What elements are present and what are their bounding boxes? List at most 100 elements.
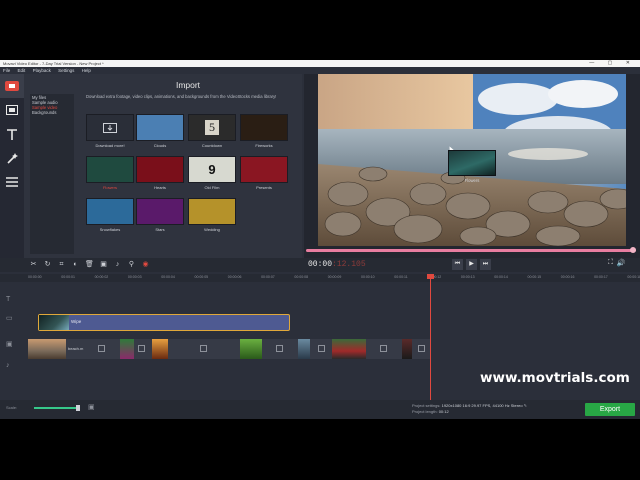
download-icon xyxy=(103,122,117,133)
watermark: www.movtrials.com xyxy=(480,370,630,386)
filters-tool-button[interactable] xyxy=(0,98,24,122)
project-info: Project settings: 1920x1080 16:9 29.97 F… xyxy=(412,403,527,415)
category-backgrounds[interactable]: Backgrounds xyxy=(32,110,72,115)
media-tile[interactable]: Presents xyxy=(240,156,288,194)
video-clip[interactable] xyxy=(298,339,310,359)
transition-marker[interactable] xyxy=(418,345,425,352)
import-tool-button[interactable] xyxy=(0,74,24,98)
fullscreen-icon[interactable]: ⛶ xyxy=(608,259,613,267)
media-tile[interactable]: 5 Countdown xyxy=(188,114,236,152)
media-tile-caption: Flowers xyxy=(102,185,117,190)
media-tile[interactable]: Wedding xyxy=(188,198,236,236)
menu-file[interactable]: File xyxy=(3,68,10,73)
transition-marker[interactable] xyxy=(200,345,207,352)
ruler-tick-label: 00:00:07 xyxy=(261,275,275,279)
color-icon[interactable]: ◐ xyxy=(70,259,81,270)
media-tile-thumbnail xyxy=(240,156,288,183)
countdown-digit: 5 xyxy=(205,120,219,135)
dragged-clip-thumbnail[interactable] xyxy=(448,150,496,176)
media-tile-caption: Countdown xyxy=(201,143,223,148)
transition-marker[interactable] xyxy=(98,345,105,352)
media-tile-thumbnail xyxy=(86,198,134,225)
video-clip[interactable] xyxy=(240,339,262,359)
transition-marker[interactable] xyxy=(380,345,387,352)
menu-tool-button[interactable] xyxy=(0,170,24,194)
oldfilm-digit: 9 xyxy=(208,162,216,177)
titles-tool-button[interactable] xyxy=(0,122,24,146)
media-tile-caption: Presents xyxy=(256,185,272,190)
media-tile[interactable]: Fireworks xyxy=(240,114,288,152)
media-tile[interactable]: Clouds xyxy=(136,114,184,152)
ruler-tick-label: 00:00:15 xyxy=(527,275,542,279)
preview-seek-bar[interactable] xyxy=(306,249,636,252)
video-import-icon xyxy=(5,81,19,91)
timecode-main: 00:00 xyxy=(308,260,333,269)
audio-icon[interactable]: ♪ xyxy=(112,259,123,270)
video-clip[interactable] xyxy=(402,339,412,359)
media-tile-thumbnail: 9 xyxy=(188,156,236,183)
media-tile[interactable]: Hearts xyxy=(136,156,184,194)
undo-icon[interactable]: ✂ xyxy=(28,259,39,270)
timeline-ruler[interactable]: 00:00:00 00:00:01 00:00:02 00:00:03 00:00:04… xyxy=(0,274,640,282)
transition-marker[interactable] xyxy=(138,345,145,352)
scale-slider-handle[interactable] xyxy=(76,405,80,411)
timecode: 00:00:12.105 xyxy=(308,260,366,269)
fit-timeline-icon[interactable]: ▣ xyxy=(88,403,95,411)
transport-controls: ⏮ ▶ ⏭ xyxy=(452,259,491,270)
ruler-tick-label: 00:00:04 xyxy=(161,275,175,279)
media-tile-thumbnail xyxy=(86,156,134,183)
media-tile-caption: Old Film xyxy=(204,185,220,190)
menu-settings[interactable]: Settings xyxy=(58,68,74,73)
import-description: Download extra footage, video clips, ani… xyxy=(86,94,277,99)
more-tools-button[interactable] xyxy=(0,146,24,170)
overlay-clip[interactable]: Wipe xyxy=(38,314,290,331)
project-length-label: Project length: xyxy=(412,409,438,414)
window-controls[interactable]: — ▢ ✕ xyxy=(589,60,636,67)
window-title: Movavi Video Editor - 7-Day Trial Versio… xyxy=(3,61,104,66)
media-tile[interactable]: Download more! xyxy=(86,114,134,152)
delete-icon[interactable]: 🗑 xyxy=(84,259,95,270)
rotate-icon[interactable]: ↻ xyxy=(42,259,53,270)
ruler-tick-label: 00:00:17 xyxy=(594,275,608,279)
media-icon[interactable]: ▣ xyxy=(98,259,109,270)
video-clip[interactable] xyxy=(332,339,366,359)
transition-marker[interactable] xyxy=(276,345,283,352)
ruler-tick-label: 00:00:03 xyxy=(127,275,142,279)
video-track-icon: ▣ xyxy=(6,341,13,348)
menu-help[interactable]: Help xyxy=(82,68,91,73)
playhead[interactable] xyxy=(430,274,431,402)
media-tile[interactable]: Flowers xyxy=(86,156,134,194)
ruler-tick-label: 00:00:13 xyxy=(460,275,475,279)
ruler-tick-label: 00:00:06 xyxy=(227,275,242,279)
volume-icon[interactable]: 🔊 xyxy=(617,259,626,267)
play-icon[interactable]: ▶ xyxy=(466,259,477,270)
edit-settings-icon[interactable]: ✎ xyxy=(524,403,527,408)
video-clip-label: beach.m xyxy=(68,346,84,351)
scale-slider-fill xyxy=(34,407,78,409)
menu-edit[interactable]: Edit xyxy=(18,68,26,73)
overlay-clip-label: Wipe xyxy=(71,319,82,324)
next-icon[interactable]: ⏭ xyxy=(480,259,491,270)
media-tile[interactable]: Snowflakes xyxy=(86,198,134,236)
media-tile[interactable]: Stars xyxy=(136,198,184,236)
ruler-tick-label: 00:00:10 xyxy=(361,275,375,279)
pin-icon[interactable]: ⚲ xyxy=(126,259,137,270)
export-button[interactable]: Export xyxy=(585,403,635,416)
previous-icon[interactable]: ⏮ xyxy=(452,259,463,270)
ruler-tick-label: 00:00:01 xyxy=(61,275,75,279)
record-icon[interactable]: ◉ xyxy=(140,259,151,270)
ruler-tick-label: 00:00:09 xyxy=(327,275,342,279)
crop-icon[interactable]: ⌗ xyxy=(56,259,67,270)
ruler-tick-label: 00:00:16 xyxy=(560,275,575,279)
left-toolbar xyxy=(0,74,24,260)
seek-handle[interactable] xyxy=(630,247,636,253)
video-clip[interactable] xyxy=(152,339,168,359)
media-tile[interactable]: 9 Old Film xyxy=(188,156,236,194)
scale-label: Scale: xyxy=(6,405,18,410)
menu-playback[interactable]: Playback xyxy=(33,68,51,73)
media-tile-caption: Snowflakes xyxy=(99,227,121,232)
video-clip[interactable] xyxy=(28,339,66,359)
project-settings-value: 1920x1080 16:9 29.97 FPS, 44100 Hz Stere… xyxy=(441,403,523,408)
video-clip[interactable] xyxy=(120,339,134,359)
transition-marker[interactable] xyxy=(318,345,325,352)
